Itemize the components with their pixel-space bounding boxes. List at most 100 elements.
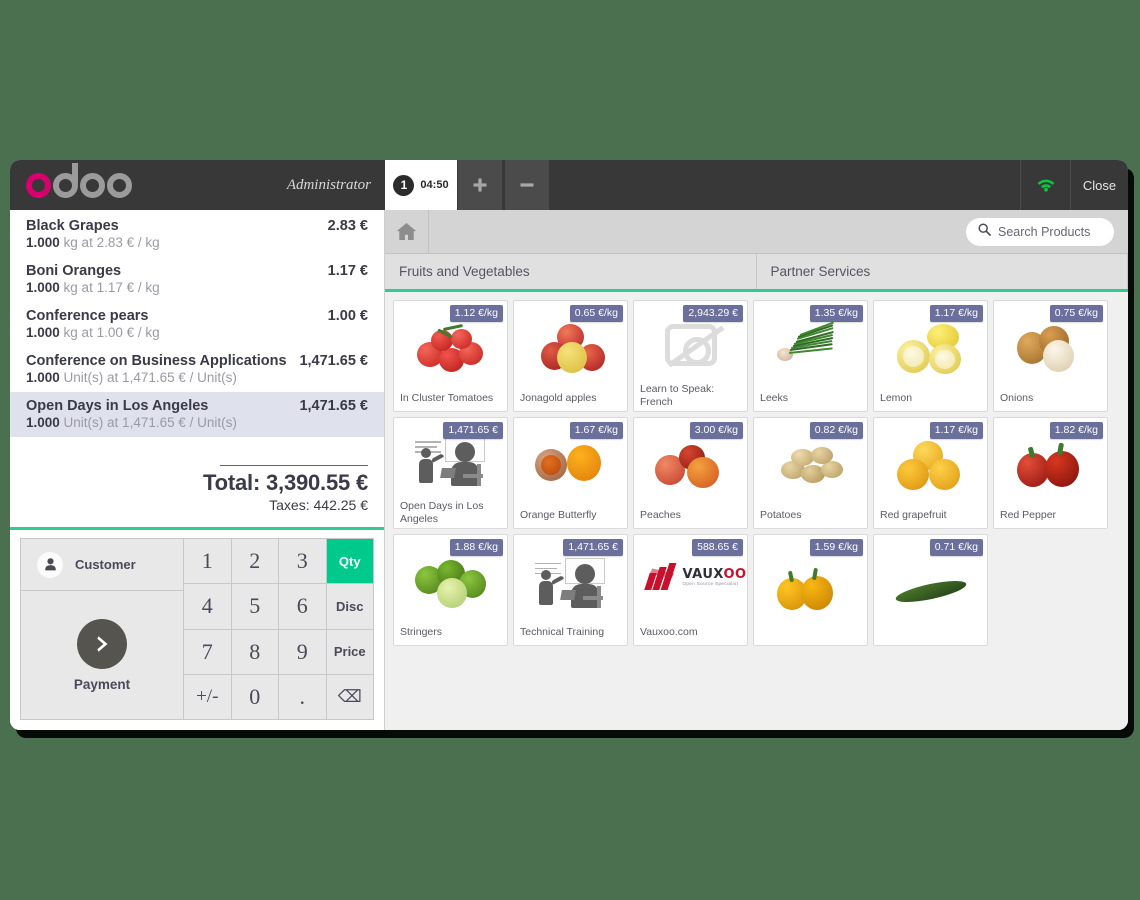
order-line-header: Boni Oranges 1.17 € [26, 263, 368, 279]
order-line-detail: 1.000 kg at 1.17 € / kg [26, 280, 368, 295]
product-card[interactable]: 3.00 €/kg Peaches [633, 417, 748, 529]
category-bar: Fruits and Vegetables Partner Services [385, 254, 1128, 292]
product-card[interactable]: 2,943.29 € Learn to Speak: French [633, 300, 748, 412]
customer-button[interactable]: Customer [21, 539, 183, 591]
numpad-price-button[interactable]: Price [326, 629, 373, 674]
order-total: Total: 3,390.55 € [203, 470, 368, 495]
search-box[interactable] [966, 217, 1114, 246]
order-line[interactable]: Black Grapes 2.83 €1.000 kg at 2.83 € / k… [10, 212, 384, 257]
product-card[interactable]: 1,471.65 € Open Days in Los Angeles [393, 417, 508, 529]
order-line[interactable]: Conference pears 1.00 €1.000 kg at 1.00 €… [10, 302, 384, 347]
numpad-key-7[interactable]: 7 [184, 629, 231, 674]
order-line-header: Conference pears 1.00 € [26, 308, 368, 324]
numpad-key-8[interactable]: 8 [231, 629, 278, 674]
product-card[interactable]: 0.65 €/kg Jonagold apples [513, 300, 628, 412]
odoo-logo [26, 162, 134, 198]
product-image-redpepper [1013, 439, 1089, 495]
category-tab-partner-services[interactable]: Partner Services [757, 254, 1128, 289]
product-card[interactable]: 588.65 € VAUXOO Open Source Specialist Vaux… [633, 534, 748, 646]
product-image-cucumber [893, 562, 969, 618]
product-card[interactable]: 1.59 €/kg [753, 534, 868, 646]
order-line[interactable]: Conference on Business Applications 1,471… [10, 347, 384, 392]
close-button[interactable]: Close [1070, 160, 1128, 210]
product-card[interactable]: 1.17 €/kg Red grapefruit [873, 417, 988, 529]
product-price-badge: 588.65 € [692, 539, 743, 556]
order-line[interactable]: Boni Oranges 1.17 €1.000 kg at 1.17 € / k… [10, 257, 384, 302]
home-icon[interactable] [385, 209, 429, 254]
product-name: Jonagold apples [520, 392, 597, 405]
actions-column: Customer Payment [21, 539, 184, 719]
remove-order-button[interactable] [504, 160, 549, 210]
order-tab-time: 04:50 [420, 179, 449, 191]
order-lines-list[interactable]: Black Grapes 2.83 €1.000 kg at 2.83 € / k… [10, 210, 384, 459]
product-image-training [411, 434, 491, 490]
order-panel: Black Grapes 2.83 €1.000 kg at 2.83 € / k… [10, 210, 385, 730]
numpad-decimal-button[interactable]: . [279, 674, 326, 719]
logo-letter-o2 [80, 172, 105, 198]
order-line-quantity: 1.000 [26, 235, 60, 250]
numpad-qty-button[interactable]: Qty [326, 539, 373, 584]
product-card[interactable]: 1.67 €/kg Orange Butterfly [513, 417, 628, 529]
add-order-button[interactable] [457, 160, 502, 210]
product-image-placeholder [653, 317, 729, 373]
product-price-badge: 1.12 €/kg [449, 305, 503, 322]
order-line-unit-price: kg at 1.17 € / kg [59, 280, 160, 295]
product-image-grapefruit [893, 439, 969, 495]
numpad-key-2[interactable]: 2 [231, 539, 278, 584]
search-input[interactable] [998, 224, 1102, 239]
product-name [754, 639, 867, 645]
product-image-onions [1013, 322, 1089, 378]
status-group: Close [1020, 160, 1128, 210]
order-line-name: Conference on Business Applications [26, 353, 287, 369]
wifi-icon[interactable] [1020, 160, 1070, 210]
product-name: Learn to Speak: French [640, 383, 715, 408]
product-card[interactable]: 1,471.65 € Technical Training [513, 534, 628, 646]
product-price-badge: 1.82 €/kg [1049, 422, 1103, 439]
numpad-key-3[interactable]: 3 [279, 539, 326, 584]
product-card[interactable]: 0.75 €/kg Onions [993, 300, 1108, 412]
order-line[interactable]: Open Days in Los Angeles 1,471.65 €1.000 … [10, 392, 384, 437]
product-card[interactable]: 1.88 €/kg Stringers [393, 534, 508, 646]
numpad-key-1[interactable]: 1 [184, 539, 231, 584]
numpad-disc-button[interactable]: Disc [326, 584, 373, 629]
product-name: Orange Butterfly [520, 509, 597, 522]
numpad-key-5[interactable]: 5 [231, 584, 278, 629]
numpad-key-9[interactable]: 9 [279, 629, 326, 674]
numpad-sign-button[interactable]: +/- [184, 674, 231, 719]
user-name[interactable]: Administrator [287, 177, 371, 194]
product-name: Red grapefruit [880, 509, 947, 522]
product-name [874, 639, 987, 645]
numpad-key-4[interactable]: 4 [184, 584, 231, 629]
order-line-price: 1,471.65 € [299, 398, 368, 414]
product-price-badge: 1.17 €/kg [929, 422, 983, 439]
product-image-tomatoes [413, 322, 489, 378]
numpad-key-0[interactable]: 0 [231, 674, 278, 719]
category-tab-fruits-and-vegetables[interactable]: Fruits and Vegetables [385, 254, 757, 289]
product-card[interactable]: 1.17 €/kg Lemon [873, 300, 988, 412]
product-name: Peaches [640, 509, 681, 522]
product-price-badge: 1,471.65 € [563, 539, 623, 556]
product-card[interactable]: 0.71 €/kg [873, 534, 988, 646]
payment-button[interactable]: Payment [21, 591, 183, 719]
product-grid: 1.12 €/kg In Cluster Tomatoes 0.65 €/kg Jon… [393, 300, 1128, 646]
order-tab-1[interactable]: 1 04:50 [385, 160, 457, 210]
product-price-badge: 1.88 €/kg [449, 539, 503, 556]
numpad-key-6[interactable]: 6 [279, 584, 326, 629]
order-taxes: Taxes: 442.25 € [269, 497, 368, 513]
product-card[interactable]: 1.12 €/kg In Cluster Tomatoes [393, 300, 508, 412]
product-price-badge: 1,471.65 € [443, 422, 503, 439]
product-name: Leeks [760, 392, 789, 405]
product-card[interactable]: 1.35 €/kg Leeks [753, 300, 868, 412]
numpad-backspace-button[interactable]: ⌫ [326, 674, 373, 719]
order-line-quantity: 1.000 [26, 370, 60, 385]
product-image-leeks [773, 321, 849, 378]
product-card[interactable]: 0.82 €/kg Potatoes [753, 417, 868, 529]
order-line-header: Conference on Business Applications 1,471… [26, 353, 368, 369]
payment-arrow-icon [77, 618, 127, 669]
product-image-yellowpepper [773, 562, 849, 618]
product-card[interactable]: 1.82 €/kg Red Pepper [993, 417, 1108, 529]
order-line-unit-price: Unit(s) at 1,471.65 € / Unit(s) [59, 415, 237, 430]
payment-label: Payment [73, 676, 131, 692]
product-grid-wrapper[interactable]: 1.12 €/kg In Cluster Tomatoes 0.65 €/kg Jon… [385, 292, 1128, 730]
